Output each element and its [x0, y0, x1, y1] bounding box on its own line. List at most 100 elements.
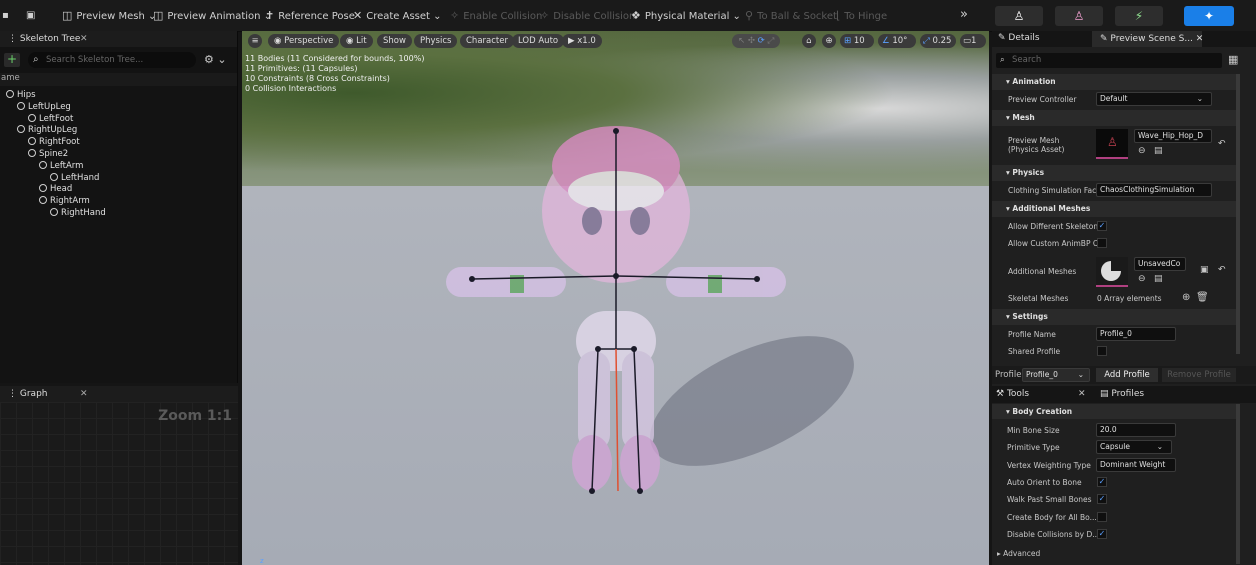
additional-meshes-thumbnail[interactable] — [1096, 257, 1128, 287]
add-element-icon[interactable]: ⊕ — [1182, 292, 1190, 303]
preview-scene-tab[interactable]: ✎ Preview Scene S... ✕ — [1092, 31, 1204, 47]
grid-snap-button[interactable]: ⊞ 10 — [840, 34, 874, 48]
min-bone-size-input[interactable]: 20.0 — [1096, 423, 1176, 437]
animation-section[interactable]: ▾ Animation — [992, 74, 1236, 90]
play-speed-button[interactable]: ▶ x1.0 — [562, 34, 602, 48]
surface-snap-icon[interactable]: ⌂ — [802, 34, 816, 48]
close-icon[interactable]: ✕ — [80, 31, 88, 47]
details-search-input[interactable]: ⌕ Search — [996, 53, 1222, 68]
transform-tools[interactable]: ↖ ✣ ⟳ ⤢ — [732, 34, 780, 48]
bone-row-righthand[interactable]: RightHand — [50, 207, 106, 219]
primitive-type-dropdown[interactable]: Capsule ⌄ — [1096, 440, 1172, 454]
bone-row-rightfoot[interactable]: RightFoot — [28, 136, 80, 148]
bone-row-leftarm[interactable]: LeftArm — [39, 160, 83, 172]
skeleton-mode-button[interactable]: ♙ — [995, 6, 1043, 26]
tools-scrollbar[interactable] — [1236, 404, 1240, 564]
shared-profile-checkbox[interactable] — [1097, 346, 1107, 356]
folder-icon[interactable]: ▤ — [1154, 274, 1163, 284]
trash-icon[interactable]: 🗑 — [1196, 292, 1209, 303]
lit-button[interactable]: ◉ Lit — [340, 34, 373, 48]
allow-custom-animbp-checkbox[interactable] — [1097, 238, 1107, 248]
skeleton-tree-tab[interactable]: ⋮ Skeleton Tree ✕ — [0, 31, 237, 47]
reset-arrow-icon[interactable]: ↶ — [1218, 265, 1226, 275]
additional-meshes-section[interactable]: ▾ Additional Meshes — [992, 201, 1236, 217]
browse-arrow-icon[interactable]: ⊖ — [1138, 146, 1146, 156]
preview-controller-dropdown[interactable]: Default ⌄ — [1096, 92, 1212, 106]
bone-row-rightarm[interactable]: RightArm — [39, 195, 90, 207]
perspective-button[interactable]: ◉ Perspective — [268, 34, 340, 48]
to-hinge-button[interactable]: ⌊ To Hinge — [836, 7, 887, 25]
clothing-dropdown[interactable]: ChaosClothingSimulation — [1096, 183, 1212, 197]
graph-tab[interactable]: ⋮ Graph ✕ — [0, 386, 238, 402]
auto-orient-checkbox[interactable]: ✓ — [1097, 477, 1107, 487]
add-profile-button[interactable]: Add Profile — [1096, 368, 1158, 382]
angle-snap-button[interactable]: ∠ 10° — [878, 34, 916, 48]
preview-mesh-thumbnail[interactable]: ♙ — [1096, 129, 1128, 159]
bone-row-head[interactable]: Head — [39, 183, 72, 195]
tools-tab[interactable]: ⚒ Tools — [996, 389, 1029, 399]
advanced-row[interactable]: ▸ Advanced — [992, 548, 1236, 560]
allow-diff-skeleton-checkbox[interactable]: ✓ — [1097, 221, 1107, 231]
animation-mode-button[interactable]: ⚡ — [1115, 6, 1163, 26]
physics-section[interactable]: ▾ Physics — [992, 165, 1236, 181]
physics-view-button[interactable]: Physics — [414, 34, 458, 48]
settings-section[interactable]: ▾ Settings — [992, 309, 1236, 325]
browse-arrow-icon[interactable]: ⊖ — [1138, 274, 1146, 284]
walk-past-checkbox[interactable]: ✓ — [1097, 494, 1107, 504]
bone-row-rightupleg[interactable]: RightUpLeg — [17, 124, 77, 136]
reference-pose-button[interactable]: ✝ Reference Pose — [265, 7, 355, 25]
profile-name-input[interactable]: Profile_0 — [1096, 327, 1176, 341]
profile-dropdown[interactable]: Profile_0 ⌄ — [1022, 368, 1090, 382]
additional-meshes-dropdown[interactable]: UnsavedCo — [1134, 257, 1186, 271]
bone-row-lefthand[interactable]: LeftHand — [50, 172, 99, 184]
browse-icon[interactable]: ▣ — [26, 7, 35, 25]
auto-orient-row: Auto Orient to Bone ✓ — [992, 477, 1236, 489]
viewport-menu-icon[interactable]: ≡ — [248, 34, 262, 48]
create-asset-button[interactable]: ✕ Create Asset ⌄ — [353, 7, 442, 25]
settings-gear-icon[interactable]: ⚙ ⌄ — [204, 53, 227, 66]
disable-collision-button[interactable]: ✧ Disable Collision — [540, 7, 635, 25]
add-bone-button[interactable]: + — [4, 53, 20, 67]
camera-speed-button[interactable]: ▭1 — [960, 34, 986, 48]
mesh-section[interactable]: ▾ Mesh — [992, 110, 1236, 126]
show-button[interactable]: Show — [377, 34, 412, 48]
viewport[interactable]: ≡ ◉ Perspective ◉ Lit Show Physics Chara… — [242, 31, 989, 565]
preview-animation-button[interactable]: ◫ Preview Animation ⌄ — [153, 7, 272, 25]
world-icon[interactable]: ⊕ — [822, 34, 836, 48]
skeleton-search-input[interactable]: ⌕ Search Skeleton Tree... — [28, 52, 196, 68]
details-scrollbar[interactable] — [1236, 74, 1240, 354]
bone-row-leftupleg[interactable]: LeftUpLeg — [17, 101, 71, 113]
create-body-checkbox[interactable] — [1097, 512, 1107, 522]
close-icon[interactable]: ✕ — [1196, 34, 1204, 44]
physics-mode-button[interactable]: ✦ — [1184, 6, 1234, 26]
scale-snap-button[interactable]: ⤢ 0.25 — [920, 34, 956, 48]
perspective-label: Perspective — [284, 36, 334, 46]
overflow-chevron-icon[interactable]: » — [960, 7, 968, 25]
enable-collision-button[interactable]: ✧ Enable Collision — [450, 7, 542, 25]
mesh-icon: ◫ — [62, 9, 73, 22]
details-tab[interactable]: ✎ Details — [998, 33, 1040, 43]
character-preview[interactable] — [242, 31, 989, 565]
close-icon[interactable]: ✕ — [80, 386, 88, 402]
bone-row-hips[interactable]: Hips — [6, 89, 36, 101]
bone-row-spine2[interactable]: Spine2 — [28, 148, 68, 160]
reset-arrow-icon[interactable]: ↶ — [1218, 139, 1226, 149]
save-icon[interactable]: ▣ — [1200, 265, 1209, 275]
remove-profile-button[interactable]: Remove Profile — [1162, 368, 1236, 382]
save-icon[interactable]: ▪ — [2, 7, 9, 25]
lod-button[interactable]: LOD Auto — [512, 34, 565, 48]
physical-material-button[interactable]: ❖ Physical Material ⌄ — [631, 7, 741, 25]
preview-mesh-dropdown[interactable]: Wave_Hip_Hop_D — [1134, 129, 1212, 143]
disable-collisions-checkbox[interactable]: ✓ — [1097, 529, 1107, 539]
close-icon[interactable]: ✕ — [1078, 389, 1086, 399]
table-view-icon[interactable]: ▦ — [1228, 53, 1238, 66]
profiles-tab[interactable]: ▤ Profiles — [1100, 389, 1144, 399]
preview-mesh-button[interactable]: ◫ Preview Mesh ⌄ — [62, 7, 156, 25]
folder-icon[interactable]: ▤ — [1154, 146, 1163, 156]
vertex-weighting-dropdown[interactable]: Dominant Weight — [1096, 458, 1176, 472]
to-ball-socket-button[interactable]: ⚲ To Ball & Socket — [745, 7, 837, 25]
character-button[interactable]: Character — [460, 34, 514, 48]
mesh-mode-button[interactable]: ♙ — [1055, 6, 1103, 26]
body-creation-section[interactable]: ▾ Body Creation — [992, 404, 1236, 419]
bone-row-leftfoot[interactable]: LeftFoot — [28, 113, 73, 125]
